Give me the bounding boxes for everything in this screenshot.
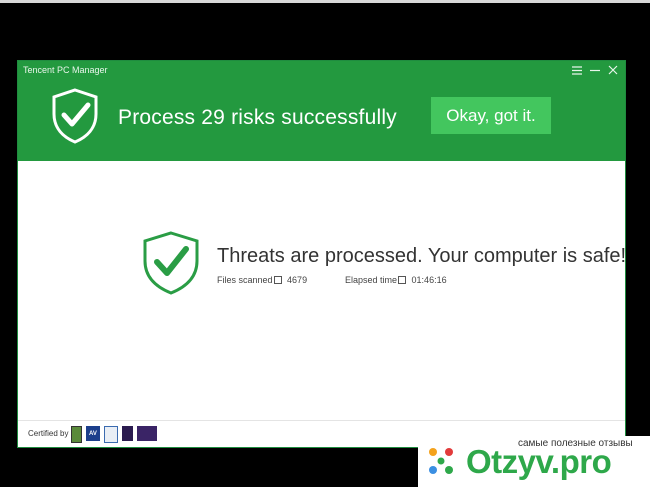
certification-badges: AV [71, 426, 157, 443]
elapsed-time-label: Elapsed time [345, 275, 398, 285]
files-scanned-label: Files scanned [217, 275, 273, 285]
certification-badge-1 [71, 426, 82, 443]
elapsed-time-value: 01:46:16 [411, 275, 447, 285]
placeholder-glyph-icon [398, 276, 407, 284]
header-banner: Tencent PC Manager Process 29 risks succ… [18, 61, 625, 161]
watermark-logo-icon [429, 448, 453, 474]
files-scanned-stat: Files scanned 4679 [217, 275, 307, 285]
okay-got-it-button[interactable]: Okay, got it. [431, 97, 551, 134]
certification-badge-3 [104, 426, 118, 443]
menu-icon[interactable] [571, 64, 583, 76]
result-title: Threats are processed. Your computer is … [217, 245, 626, 267]
av-test-badge: AV [86, 426, 100, 441]
screen-top-edge [0, 0, 650, 3]
certification-badge-5 [137, 426, 157, 441]
minimize-icon[interactable] [589, 64, 601, 76]
app-title: Tencent PC Manager [23, 65, 108, 75]
header-message: Process 29 risks successfully [118, 106, 397, 129]
elapsed-time-stat: Elapsed time 01:46:16 [345, 275, 447, 285]
window-controls [571, 64, 619, 76]
watermark-brand: Otzyv.pro [466, 443, 612, 480]
watermark: самые полезные отзывы Otzyv.pro [418, 436, 650, 487]
safe-shield-icon [143, 231, 199, 295]
certification-badge-4 [122, 426, 133, 441]
placeholder-glyph-icon [273, 276, 282, 284]
certified-by-label: Certified by [28, 429, 69, 438]
shield-check-icon [52, 88, 98, 144]
app-window: Tencent PC Manager Process 29 risks succ… [17, 60, 626, 448]
files-scanned-value: 4679 [287, 275, 308, 285]
close-icon[interactable] [607, 64, 619, 76]
